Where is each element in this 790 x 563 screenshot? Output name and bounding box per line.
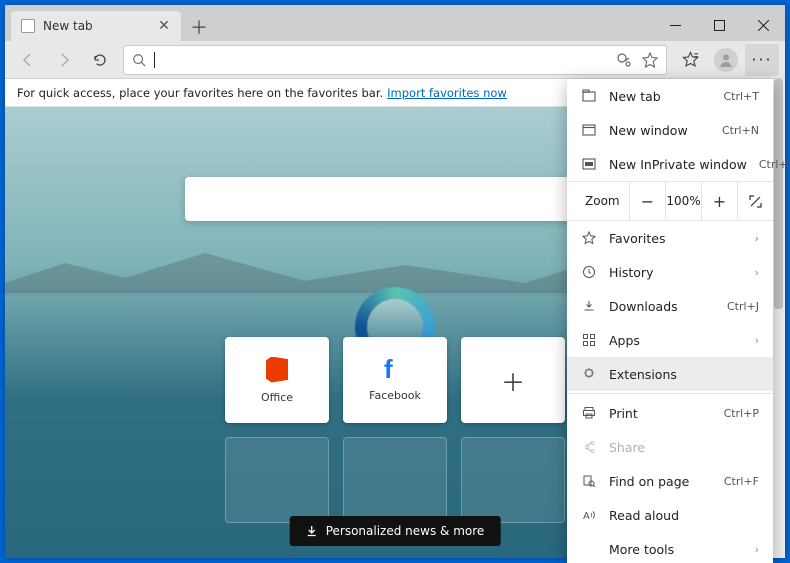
address-input[interactable] bbox=[163, 52, 608, 67]
plus-icon: ＋ bbox=[501, 363, 525, 398]
chevron-right-icon: › bbox=[755, 543, 759, 556]
chevron-right-icon: › bbox=[755, 232, 759, 245]
window-maximize-button[interactable] bbox=[697, 9, 741, 41]
avatar-icon bbox=[714, 48, 738, 72]
new-tab-icon bbox=[581, 88, 597, 104]
scrollbar-thumb[interactable] bbox=[774, 79, 783, 309]
titlebar: New tab ✕ ＋ bbox=[5, 5, 785, 41]
toolbar: ··· bbox=[5, 41, 785, 79]
star-icon bbox=[581, 230, 597, 246]
fullscreen-button[interactable] bbox=[737, 182, 773, 220]
text-cursor bbox=[154, 52, 155, 68]
history-icon bbox=[581, 264, 597, 280]
tile-facebook[interactable]: f Facebook bbox=[343, 337, 447, 423]
facebook-icon: f bbox=[384, 359, 406, 381]
menu-new-tab[interactable]: New tab Ctrl+T bbox=[567, 79, 773, 113]
favorite-star-icon[interactable] bbox=[642, 52, 658, 68]
share-icon bbox=[581, 439, 597, 455]
menu-history[interactable]: History › bbox=[567, 255, 773, 289]
new-window-icon bbox=[581, 122, 597, 138]
tile-office[interactable]: Office bbox=[225, 337, 329, 423]
download-icon bbox=[581, 298, 597, 314]
menu-find[interactable]: Find on page Ctrl+F bbox=[567, 464, 773, 498]
chevron-right-icon: › bbox=[755, 266, 759, 279]
browser-window: New tab ✕ ＋ bbox=[5, 5, 785, 558]
shopping-icon[interactable] bbox=[616, 52, 632, 68]
tile-label: Office bbox=[261, 391, 293, 404]
window-controls bbox=[653, 9, 785, 41]
window-close-button[interactable] bbox=[741, 9, 785, 41]
zoom-out-button[interactable]: − bbox=[629, 182, 665, 220]
menu-favorites[interactable]: Favorites › bbox=[567, 221, 773, 255]
office-icon bbox=[266, 357, 288, 383]
search-icon bbox=[132, 53, 146, 67]
tab-favicon bbox=[21, 19, 35, 33]
page-search-box[interactable] bbox=[185, 177, 605, 221]
settings-menu-button[interactable]: ··· bbox=[745, 44, 779, 76]
tab-title: New tab bbox=[43, 19, 149, 33]
address-bar[interactable] bbox=[123, 45, 667, 75]
menu-apps[interactable]: Apps › bbox=[567, 323, 773, 357]
profile-button[interactable] bbox=[709, 44, 743, 76]
tile-empty[interactable] bbox=[225, 437, 329, 523]
settings-menu: New tab Ctrl+T New window Ctrl+N New InP… bbox=[567, 79, 773, 563]
quick-links-grid: Office f Facebook ＋ bbox=[225, 337, 565, 523]
back-button[interactable] bbox=[11, 44, 45, 76]
zoom-label: Zoom bbox=[567, 194, 629, 208]
tile-add[interactable]: ＋ bbox=[461, 337, 565, 423]
forward-button[interactable] bbox=[47, 44, 81, 76]
print-icon bbox=[581, 405, 597, 421]
apps-icon bbox=[581, 332, 597, 348]
read-aloud-icon: A bbox=[581, 507, 597, 523]
new-tab-button[interactable]: ＋ bbox=[185, 13, 213, 41]
tab-newtab[interactable]: New tab ✕ bbox=[11, 11, 181, 41]
menu-more-tools[interactable]: More tools › bbox=[567, 532, 773, 563]
vertical-scrollbar[interactable] bbox=[771, 79, 785, 558]
tabstrip: New tab ✕ ＋ bbox=[5, 5, 653, 41]
find-icon bbox=[581, 473, 597, 489]
window-minimize-button[interactable] bbox=[653, 9, 697, 41]
address-right-icons bbox=[616, 52, 658, 68]
zoom-in-button[interactable]: + bbox=[701, 182, 737, 220]
refresh-button[interactable] bbox=[83, 44, 117, 76]
menu-zoom-row: Zoom − 100% + bbox=[567, 181, 773, 221]
menu-extensions[interactable]: Extensions bbox=[567, 357, 773, 391]
menu-downloads[interactable]: Downloads Ctrl+J bbox=[567, 289, 773, 323]
extensions-icon bbox=[581, 366, 597, 382]
news-button-label: Personalized news & more bbox=[326, 524, 485, 538]
tile-empty[interactable] bbox=[461, 437, 565, 523]
menu-separator bbox=[567, 393, 773, 394]
import-favorites-link[interactable]: Import favorites now bbox=[387, 86, 507, 100]
favorites-toolbar-button[interactable] bbox=[673, 44, 707, 76]
tile-label: Facebook bbox=[369, 389, 421, 402]
menu-read-aloud[interactable]: A Read aloud bbox=[567, 498, 773, 532]
menu-new-window[interactable]: New window Ctrl+N bbox=[567, 113, 773, 147]
menu-share: Share bbox=[567, 430, 773, 464]
favorites-hint-text: For quick access, place your favorites h… bbox=[17, 86, 383, 100]
svg-text:A: A bbox=[583, 511, 590, 522]
chevron-right-icon: › bbox=[755, 334, 759, 347]
tile-empty[interactable] bbox=[343, 437, 447, 523]
inprivate-icon bbox=[581, 156, 597, 172]
tab-close-button[interactable]: ✕ bbox=[157, 19, 171, 33]
zoom-percent: 100% bbox=[665, 182, 701, 220]
menu-new-inprivate[interactable]: New InPrivate window Ctrl+Shift+N bbox=[567, 147, 773, 181]
menu-print[interactable]: Print Ctrl+P bbox=[567, 396, 773, 430]
personalized-news-button[interactable]: Personalized news & more bbox=[290, 516, 501, 546]
download-arrow-icon bbox=[306, 525, 318, 537]
